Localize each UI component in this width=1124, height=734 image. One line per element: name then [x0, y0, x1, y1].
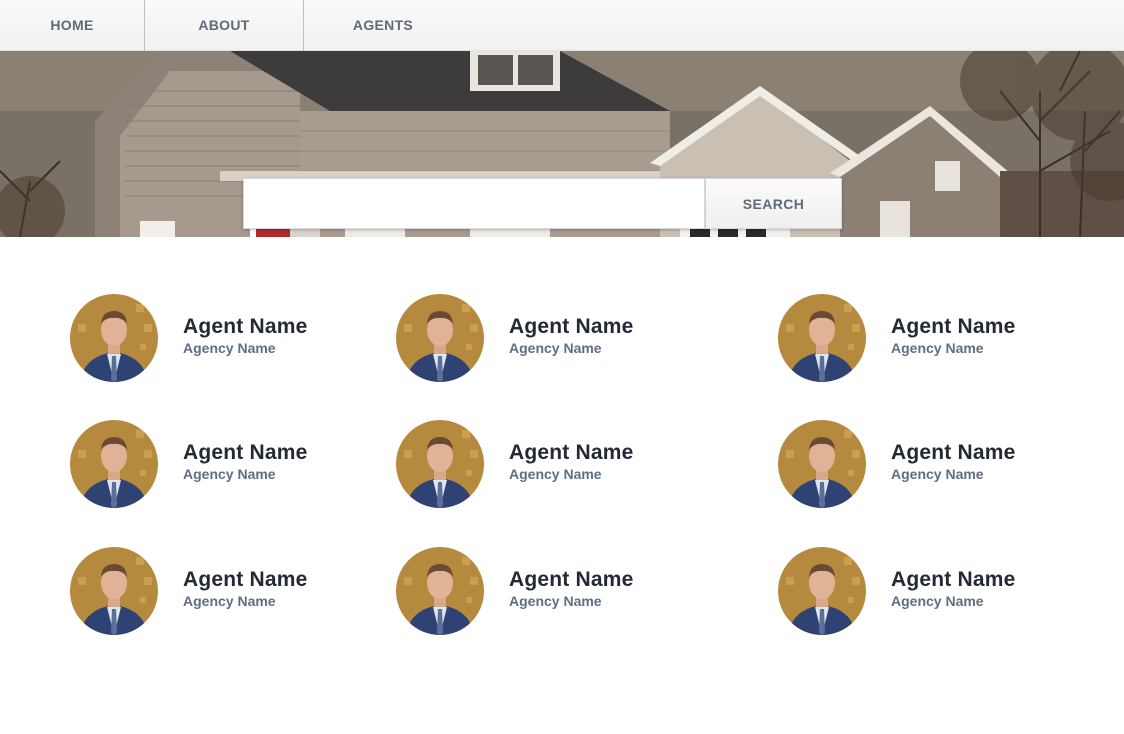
nav-home-link[interactable]: HOME	[0, 0, 145, 51]
agent-card[interactable]: Agent Name Agency Name	[396, 293, 696, 383]
agent-name[interactable]: Agent Name	[509, 568, 634, 591]
agency-name: Agency Name	[509, 465, 602, 482]
top-nav: HOME ABOUT AGENTS	[0, 0, 1124, 51]
agency-name: Agency Name	[509, 592, 602, 609]
agent-card[interactable]: Agent Name Agency Name	[70, 293, 370, 383]
agent-card[interactable]: Agent Name Agency Name	[396, 419, 696, 509]
agent-name[interactable]: Agent Name	[891, 441, 1016, 464]
agency-name: Agency Name	[891, 592, 984, 609]
agent-name[interactable]: Agent Name	[183, 315, 308, 338]
agent-avatar	[70, 294, 158, 382]
agency-name: Agency Name	[891, 339, 984, 356]
hero-banner: SEARCH	[0, 51, 1124, 237]
agency-name: Agency Name	[183, 592, 276, 609]
agent-avatar	[396, 420, 484, 508]
search-bar: SEARCH	[243, 178, 842, 229]
search-button[interactable]: SEARCH	[705, 178, 842, 229]
agency-name: Agency Name	[509, 339, 602, 356]
agent-avatar	[778, 420, 866, 508]
agent-avatar	[396, 547, 484, 635]
agent-card[interactable]: Agent Name Agency Name	[70, 419, 370, 509]
search-input[interactable]	[243, 178, 705, 229]
agent-avatar	[70, 547, 158, 635]
agent-name[interactable]: Agent Name	[509, 441, 634, 464]
agent-avatar	[778, 294, 866, 382]
agent-card[interactable]: Agent Name Agency Name	[778, 419, 1078, 509]
agent-name[interactable]: Agent Name	[183, 441, 308, 464]
agent-avatar	[396, 294, 484, 382]
nav-agents-link[interactable]: AGENTS	[304, 0, 462, 51]
agent-card[interactable]: Agent Name Agency Name	[396, 546, 696, 636]
nav-about-link[interactable]: ABOUT	[145, 0, 304, 51]
agent-card[interactable]: Agent Name Agency Name	[778, 546, 1078, 636]
agency-name: Agency Name	[183, 465, 276, 482]
agent-name[interactable]: Agent Name	[509, 315, 634, 338]
agency-name: Agency Name	[183, 339, 276, 356]
agent-name[interactable]: Agent Name	[183, 568, 308, 591]
agent-name[interactable]: Agent Name	[891, 315, 1016, 338]
agency-name: Agency Name	[891, 465, 984, 482]
agent-avatar	[778, 547, 866, 635]
agent-avatar	[70, 420, 158, 508]
agent-name[interactable]: Agent Name	[891, 568, 1016, 591]
agent-card[interactable]: Agent Name Agency Name	[70, 546, 370, 636]
agent-card[interactable]: Agent Name Agency Name	[778, 293, 1078, 383]
